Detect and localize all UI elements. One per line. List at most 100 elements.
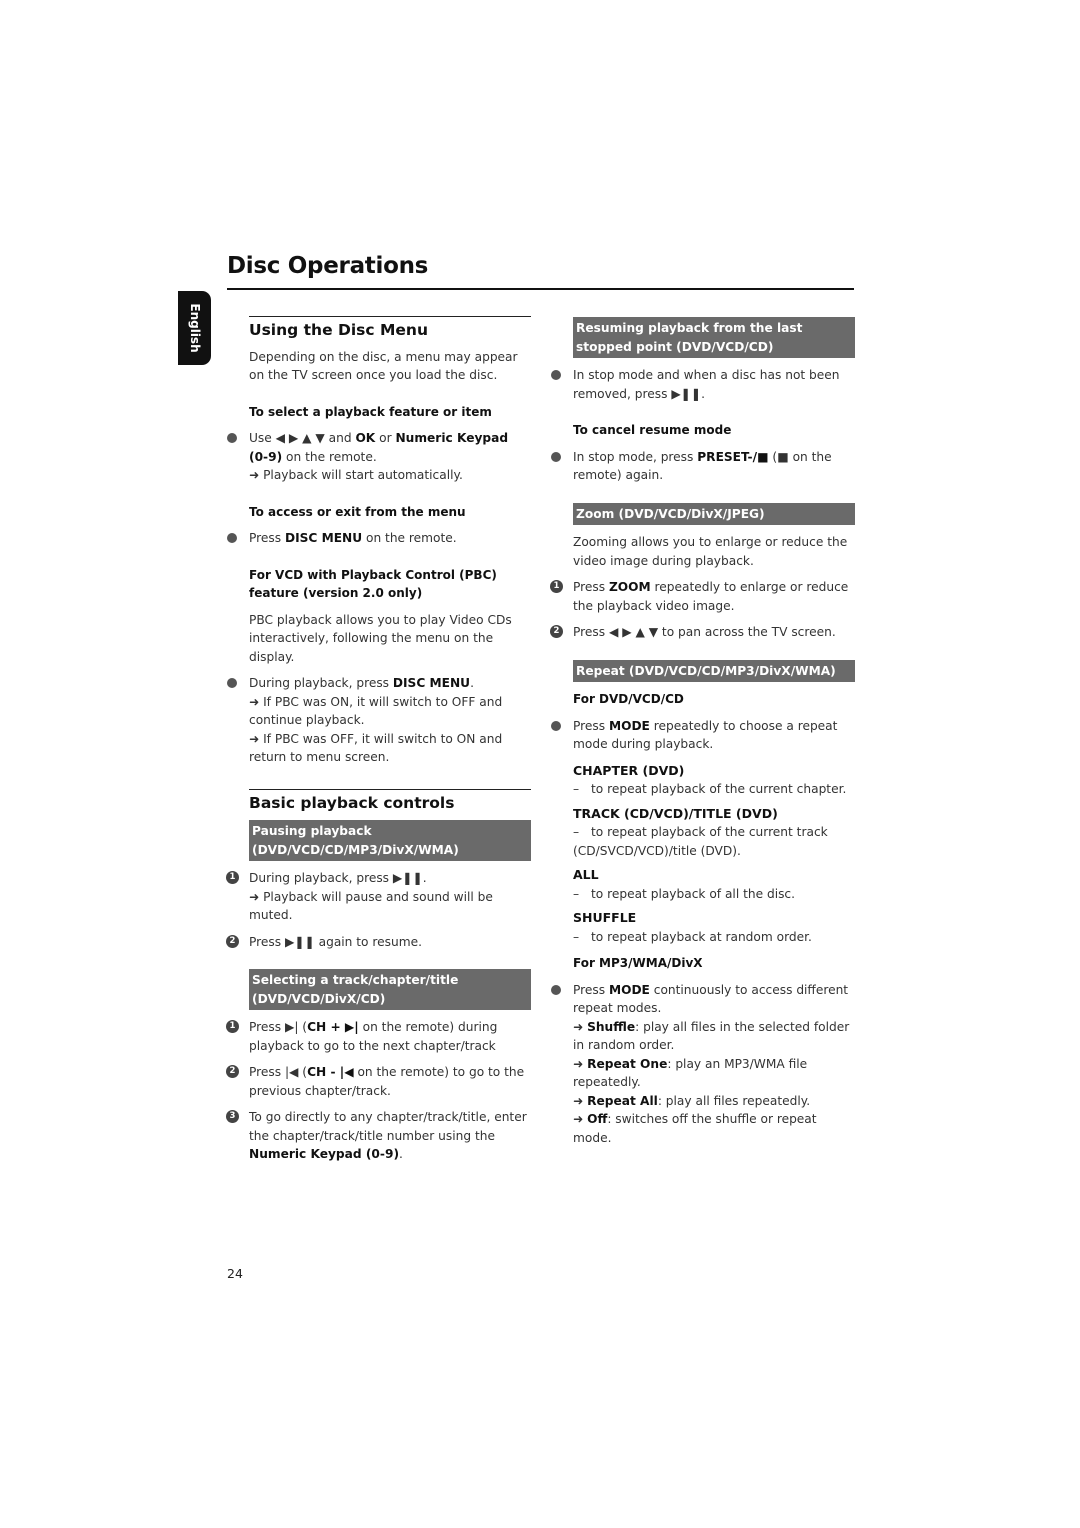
step-number-icon: 2	[226, 1065, 239, 1078]
repeat-mode-name: TRACK (CD/VCD)/TITLE (DVD)	[573, 805, 778, 821]
title-rule	[227, 288, 854, 290]
arrow-icon: ➜	[573, 1056, 588, 1071]
text: Press ◀ ▶ ▲ ▼ to pan across the TV scree…	[573, 625, 836, 639]
text: to repeat playback of all the disc.	[591, 886, 796, 901]
text: to repeat playback at random order.	[591, 929, 812, 944]
key-label: ZOOM	[608, 580, 651, 594]
page-number: 24	[227, 1266, 243, 1281]
text: In stop mode, press	[573, 449, 698, 464]
key-label: OK	[355, 431, 376, 445]
page-title: Disc Operations	[227, 253, 429, 279]
section-rule	[249, 788, 531, 790]
key-label: DISC MENU	[284, 531, 363, 545]
text: Press |◀ (	[249, 1065, 308, 1079]
text: Press	[573, 718, 609, 733]
topic-bar-resuming: Resuming playback from the last stopped …	[573, 317, 855, 358]
subheading-pbc: For VCD with Playback Control (PBC) feat…	[249, 567, 497, 601]
arrow-icon: ➜	[573, 1093, 588, 1108]
topic-bar-pausing: Pausing playback (DVD/VCD/CD/MP3/DivX/WM…	[249, 820, 531, 861]
section-rule	[249, 316, 531, 317]
zoom-intro: Zooming allows you to enlarge or reduce …	[573, 535, 848, 568]
topic-bar-zoom: Zoom (DVD/VCD/DivX/JPEG)	[573, 502, 855, 525]
list-item: Press DISC MENU on the remote.	[227, 529, 531, 548]
repeat-mode: CHAPTER (DVD) – to repeat playback of the…	[573, 762, 855, 799]
key-label: MODE	[608, 982, 650, 997]
repeat-mode-desc: – to repeat playback of the current track…	[573, 823, 855, 860]
list-item: During playback, press DISC MENU. ➜ If P…	[227, 674, 531, 767]
text: or	[375, 431, 396, 445]
dash: –	[573, 782, 580, 796]
key-label: PRESET-/■	[697, 449, 769, 464]
bullet-icon	[551, 984, 561, 995]
repeat-mode: ALL – to repeat playback of all the disc.	[573, 866, 855, 903]
text: To go directly to any chapter/track/titl…	[249, 1110, 527, 1143]
topic-bar-repeat: Repeat (DVD/VCD/CD/MP3/DivX/WMA)	[573, 659, 855, 682]
step-item: 3 To go directly to any chapter/track/ti…	[226, 1108, 531, 1164]
subheading-cancel-resume: To cancel resume mode	[573, 423, 732, 437]
text: to repeat playback of the current track …	[573, 825, 828, 858]
repeat-mode: SHUFFLE – to repeat playback at random or…	[573, 909, 855, 946]
repeat-mode-name: CHAPTER (DVD)	[573, 762, 685, 778]
step-number-icon: 3	[226, 1110, 239, 1123]
key-label: CH - |◀	[307, 1065, 354, 1079]
step-item: 1 Press ZOOM repeatedly to enlarge or re…	[550, 578, 855, 615]
repeat-mode-name: SHUFFLE	[573, 910, 637, 925]
list-item: Use ◀ ▶ ▲ ▼ and OK or Numeric Keypad (0-…	[227, 429, 531, 485]
disc-menu-intro: Depending on the disc, a menu may appear…	[249, 349, 518, 383]
section-heading-disc-menu: Using the Disc Menu	[249, 321, 428, 339]
left-column: Using the Disc Menu Depending on the dis…	[226, 316, 531, 1172]
dash: –	[573, 825, 580, 839]
option-name: Off	[587, 1112, 608, 1126]
text: on the remote.	[282, 449, 377, 464]
text: During playback, press	[249, 676, 393, 690]
step-item: 2 Press |◀ (CH - |◀ on the remote) to go…	[226, 1063, 531, 1100]
list-item: In stop mode, press PRESET-/■ (■ on the …	[551, 448, 855, 485]
arrow-icon: ➜	[573, 1019, 588, 1034]
option-name: Shuffle	[587, 1019, 636, 1034]
list-item: In stop mode and when a disc has not bee…	[551, 366, 855, 403]
bullet-icon	[227, 533, 237, 543]
text: .	[470, 676, 474, 690]
topic-bar-selecting: Selecting a track/chapter/title (DVD/VCD…	[249, 969, 531, 1010]
result-text: ➜ If PBC was ON, it will switch to OFF a…	[249, 694, 503, 728]
step-item: 1 Press ▶| (CH + ▶| on the remote) durin…	[226, 1018, 531, 1055]
text: Use ◀ ▶ ▲ ▼ and	[249, 431, 356, 445]
pbc-intro: PBC playback allows you to play Video CD…	[249, 612, 512, 664]
key-label: MODE	[608, 718, 650, 733]
step-item: 1 During playback, press ▶❚❚. ➜ Playback…	[226, 869, 531, 925]
language-tab: English	[178, 291, 211, 365]
bullet-icon	[551, 370, 561, 380]
subheading-select: To select a playback feature or item	[249, 404, 492, 419]
repeat-mode-name: ALL	[573, 867, 599, 882]
step-item: 2 Press ▶❚❚ again to resume.	[226, 933, 531, 952]
list-item: Press MODE continuously to access differ…	[551, 981, 855, 1148]
step-number-icon: 1	[226, 1020, 239, 1033]
list-item: Press MODE repeatedly to choose a repeat…	[551, 717, 855, 754]
key-label: Numeric Keypad (0-9)	[249, 1147, 400, 1161]
subheading-dvd: For DVD/VCD/CD	[573, 692, 684, 706]
step-number-icon: 2	[550, 625, 563, 638]
text: In stop mode and when a disc has not bee…	[573, 368, 840, 401]
arrow-icon: ➜	[573, 1112, 588, 1126]
repeat-mode-desc: – to repeat playback at random order.	[573, 928, 855, 947]
text: .	[399, 1147, 403, 1161]
subheading-mp3: For MP3/WMA/DivX	[573, 956, 703, 970]
right-column: Resuming playback from the last stopped …	[550, 317, 855, 1155]
subheading-access: To access or exit from the menu	[249, 504, 466, 519]
bullet-icon	[551, 451, 561, 462]
text: Press	[573, 580, 609, 594]
text: on the remote.	[362, 531, 457, 545]
bullet-icon	[227, 433, 237, 443]
option-name: Repeat All	[587, 1093, 658, 1108]
text: : switches off the shuffle or repeat mod…	[573, 1112, 817, 1145]
key-label: DISC MENU	[392, 676, 471, 690]
repeat-mode-desc: – to repeat playback of all the disc.	[573, 885, 855, 904]
dash: –	[573, 929, 580, 944]
text: : play all files repeatedly.	[657, 1093, 811, 1108]
section-heading-basic: Basic playback controls	[249, 793, 455, 812]
dash: –	[573, 886, 580, 901]
step-number-icon: 1	[550, 580, 563, 593]
bullet-icon	[551, 720, 561, 731]
result-text: ➜ If PBC was OFF, it will switch to ON a…	[249, 731, 503, 765]
result-text: ➜ Playback will start automatically.	[249, 468, 463, 482]
